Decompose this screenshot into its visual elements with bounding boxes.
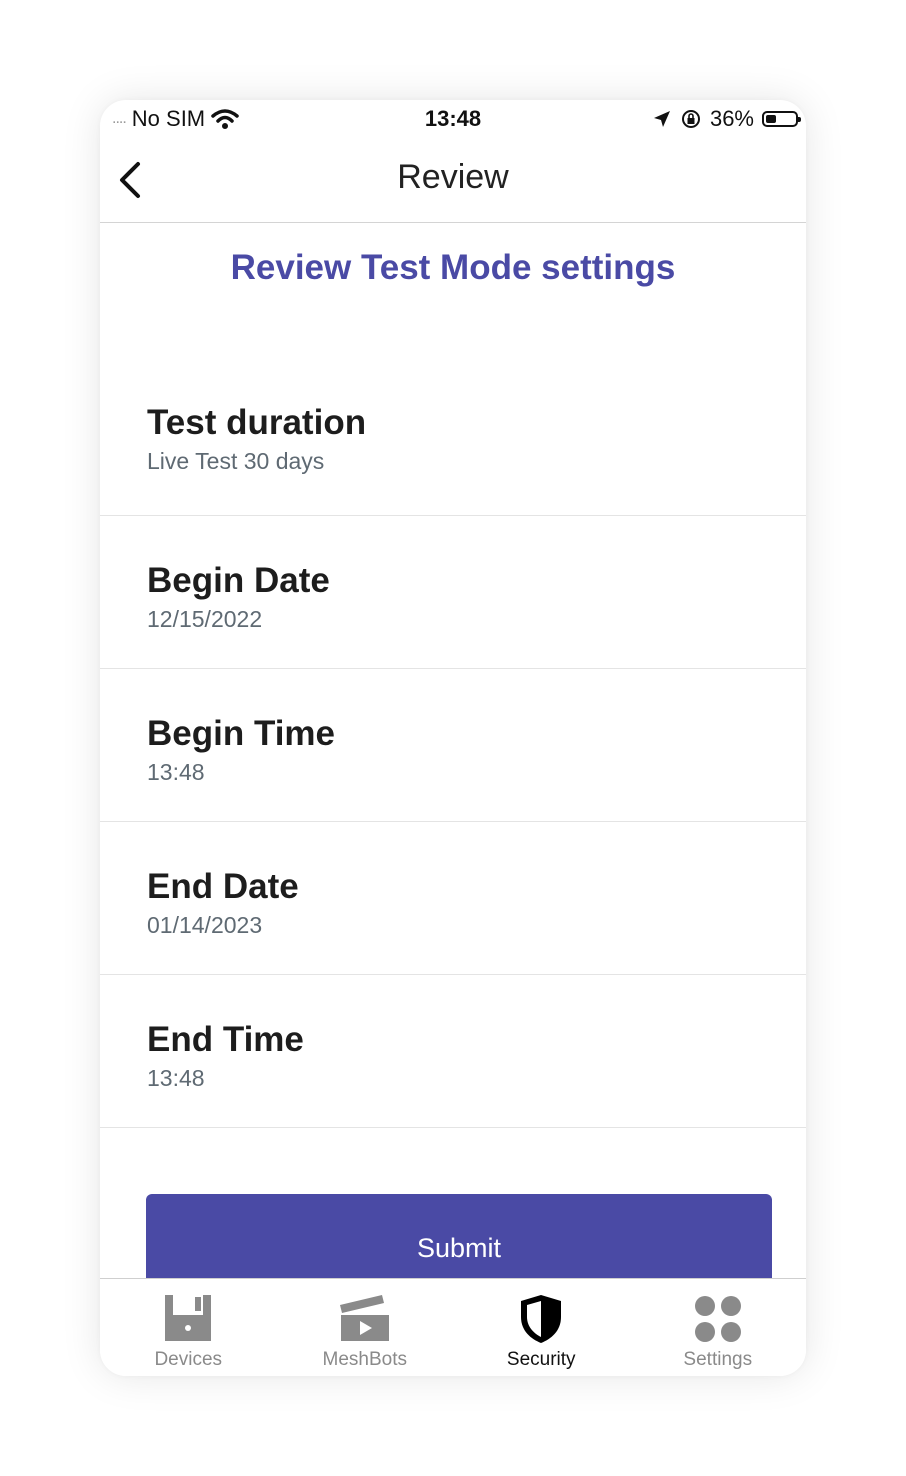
- section-title: Review Test Mode settings: [230, 248, 676, 287]
- tab-meshbots[interactable]: MeshBots: [277, 1279, 454, 1376]
- navigation-bar: Review: [100, 140, 806, 223]
- settings-list: Test duration Live Test 30 days Begin Da…: [100, 363, 806, 1128]
- setting-value: 13:48: [147, 759, 205, 785]
- phone-screen: .... No SIM 13:48 36% Review Review Test…: [100, 100, 806, 1376]
- setting-value: 13:48: [147, 1065, 205, 1091]
- setting-label: Begin Date: [147, 561, 330, 600]
- setting-row-end-date: End Date 01/14/2023: [100, 822, 806, 975]
- setting-label: Begin Time: [147, 714, 336, 753]
- shield-icon: [521, 1295, 562, 1343]
- location-arrow-icon: [653, 111, 670, 127]
- setting-row-begin-date: Begin Date 12/15/2022: [100, 516, 806, 669]
- tab-settings[interactable]: Settings: [630, 1279, 807, 1376]
- setting-value: Live Test 30 days: [147, 448, 325, 474]
- setting-label: Test duration: [147, 403, 367, 442]
- tab-label: Settings: [683, 1349, 753, 1370]
- setting-row-test-duration: Test duration Live Test 30 days: [100, 363, 806, 516]
- meshbots-icon: [339, 1295, 389, 1341]
- setting-row-end-time: End Time 13:48: [100, 975, 806, 1128]
- setting-label: End Date: [147, 867, 299, 906]
- status-bar: .... No SIM 13:48 36%: [100, 100, 806, 140]
- tab-bar: Devices MeshBots Security Settings: [100, 1278, 806, 1376]
- tab-devices[interactable]: Devices: [100, 1279, 277, 1376]
- rotation-lock-icon: [681, 110, 700, 128]
- tab-label: Devices: [154, 1349, 223, 1370]
- tab-label: Security: [506, 1349, 576, 1370]
- battery-icon: [762, 111, 801, 127]
- tab-security[interactable]: Security: [453, 1279, 630, 1376]
- tab-label: MeshBots: [322, 1349, 407, 1370]
- setting-row-begin-time: Begin Time 13:48: [100, 669, 806, 822]
- battery-percent: 36%: [709, 106, 754, 131]
- setting-value: 01/14/2023: [147, 912, 263, 938]
- status-right: 36%: [652, 106, 801, 132]
- setting-value: 12/15/2022: [147, 606, 263, 632]
- devices-icon: [165, 1295, 212, 1341]
- page-title: Review: [397, 158, 509, 196]
- settings-dots-icon: [694, 1296, 741, 1342]
- setting-label: End Time: [147, 1020, 304, 1059]
